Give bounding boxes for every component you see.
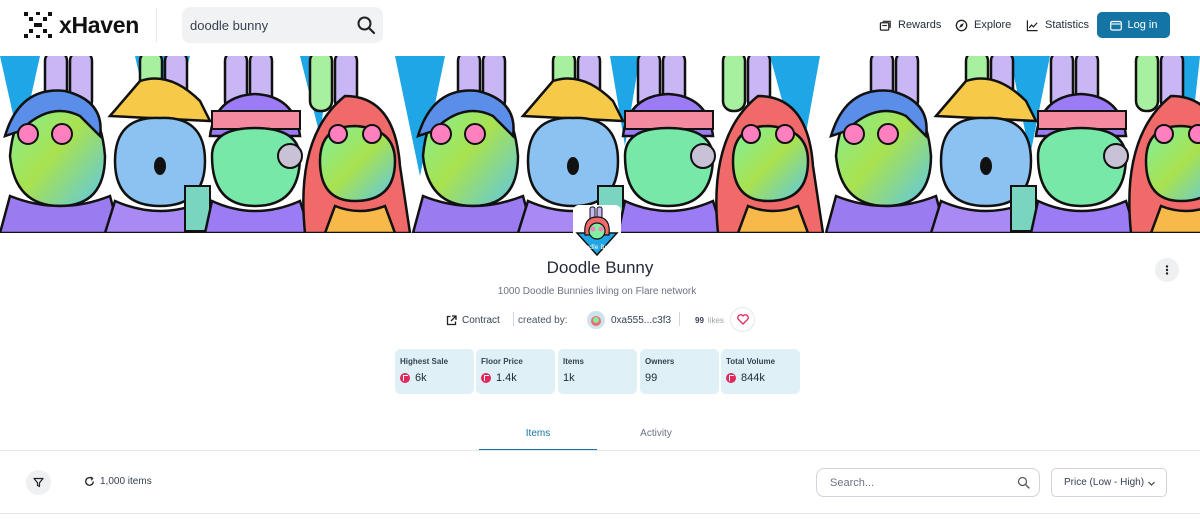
heart-icon bbox=[736, 314, 749, 325]
collection-description: 1000 Doodle Bunnies living on Flare netw… bbox=[497, 286, 697, 297]
likes-count: 99 likes bbox=[695, 308, 724, 332]
nav-explore-label: Explore bbox=[974, 19, 1012, 31]
filter-icon bbox=[33, 477, 44, 488]
likes-number: 99 bbox=[695, 315, 704, 325]
nav-statistics[interactable]: Statistics bbox=[1026, 12, 1089, 38]
likes-label: likes bbox=[707, 315, 724, 325]
creator-address: 0xa555...c3f3 bbox=[611, 314, 672, 326]
header-divider bbox=[156, 8, 157, 42]
stat-label: Highest Sale bbox=[400, 357, 449, 366]
search-icon[interactable] bbox=[356, 15, 376, 35]
xhaven-logo[interactable]: xHaven bbox=[23, 11, 139, 39]
items-search[interactable] bbox=[816, 468, 1040, 497]
stat-value: 1k bbox=[563, 372, 575, 384]
login-label: Log in bbox=[1127, 19, 1158, 31]
items-count-label: 1,000 items bbox=[100, 476, 152, 487]
stat-items: Items 1k bbox=[558, 349, 637, 394]
filter-button[interactable] bbox=[26, 470, 51, 495]
login-button[interactable]: Log in bbox=[1097, 12, 1170, 38]
items-count: 1,000 items bbox=[84, 476, 152, 487]
stat-total-volume: Total Volume 844k bbox=[721, 349, 800, 394]
stat-floor-price: Floor Price 1.4k bbox=[476, 349, 555, 394]
meta-divider bbox=[679, 312, 680, 326]
like-button[interactable] bbox=[730, 307, 755, 332]
stat-value: 6k bbox=[415, 372, 427, 384]
chevron-down-icon bbox=[1148, 481, 1155, 486]
stat-value: 99 bbox=[645, 372, 658, 384]
nav-statistics-label: Statistics bbox=[1045, 19, 1090, 31]
search-icon[interactable] bbox=[1017, 476, 1030, 489]
nav-explore[interactable]: Explore bbox=[955, 12, 1011, 38]
refresh-icon[interactable] bbox=[84, 476, 95, 487]
compass-icon bbox=[955, 19, 968, 31]
tabs-divider bbox=[0, 450, 1200, 451]
stat-label: Total Volume bbox=[726, 357, 776, 366]
xhaven-logo-icon bbox=[24, 12, 52, 38]
contract-label: Contract bbox=[462, 314, 500, 326]
flare-icon bbox=[400, 373, 410, 383]
chart-icon bbox=[1026, 19, 1038, 31]
flare-icon bbox=[481, 373, 491, 383]
nav-rewards-label: Rewards bbox=[898, 19, 942, 31]
created-by-label: created by: bbox=[518, 314, 568, 326]
stat-value: 1.4k bbox=[496, 372, 517, 384]
sort-selected-label: Price (Low - High) bbox=[1064, 477, 1145, 488]
stat-highest-sale: Highest Sale 6k bbox=[395, 349, 474, 394]
rewards-icon bbox=[879, 20, 891, 31]
creator-avatar bbox=[587, 311, 605, 329]
sort-select[interactable]: Price (Low - High) bbox=[1051, 468, 1167, 497]
collection-title: Doodle Bunny bbox=[546, 258, 654, 277]
creator-link[interactable]: 0xa555...c3f3 bbox=[587, 308, 671, 332]
stat-label: Items bbox=[563, 357, 584, 366]
stat-owners: Owners 99 bbox=[640, 349, 719, 394]
stat-label: Owners bbox=[645, 357, 675, 366]
tab-items[interactable]: Items bbox=[479, 420, 597, 451]
stat-label: Floor Price bbox=[481, 357, 523, 366]
nav-rewards[interactable]: Rewards bbox=[879, 12, 941, 38]
meta-divider bbox=[513, 312, 514, 326]
stat-value: 844k bbox=[741, 372, 765, 384]
collection-avatar: doodle Bunn bbox=[573, 205, 621, 257]
toolbar-divider bbox=[0, 513, 1200, 514]
items-search-input[interactable] bbox=[830, 476, 1010, 489]
app-name: xHaven bbox=[59, 11, 140, 38]
global-search-input[interactable] bbox=[190, 17, 350, 33]
global-search[interactable] bbox=[182, 7, 383, 43]
contract-link[interactable]: Contract bbox=[446, 308, 500, 332]
top-header: xHaven Rewards Explore Statistics bbox=[0, 0, 1200, 50]
flare-icon bbox=[726, 373, 736, 383]
more-vertical-icon bbox=[1165, 265, 1169, 275]
wallet-icon bbox=[1109, 20, 1122, 31]
more-options-button[interactable] bbox=[1155, 258, 1179, 282]
svg-text:doodle Bunn: doodle Bunn bbox=[578, 244, 616, 251]
external-link-icon bbox=[446, 314, 457, 325]
tab-activity[interactable]: Activity bbox=[597, 420, 715, 451]
